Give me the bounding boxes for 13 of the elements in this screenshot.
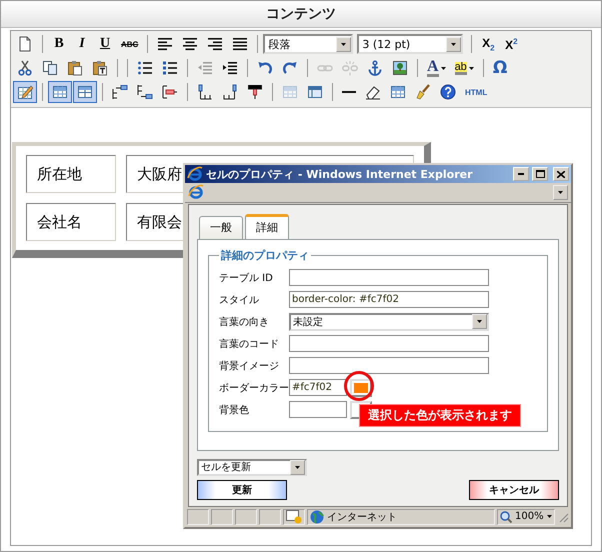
field-label: 背景イメージ	[219, 360, 280, 373]
field-label: スタイル	[219, 294, 260, 307]
group-title: 詳細のプロパティ	[220, 248, 310, 263]
table-cell: 所在地	[26, 155, 116, 193]
field-label: テーブル ID	[219, 272, 274, 285]
field-label: 言葉のコード	[219, 338, 280, 351]
table-cell: 会社名	[26, 203, 116, 241]
field-label: 言葉の向き	[219, 316, 270, 329]
field-label: 背景色	[219, 404, 250, 417]
callout-tooltip: 選択した色が表示されます	[359, 404, 521, 427]
zone-label: インターネット	[327, 510, 397, 524]
field-label: ボーダーカラー	[219, 382, 289, 395]
panel-title: コンテンツ	[266, 5, 336, 23]
